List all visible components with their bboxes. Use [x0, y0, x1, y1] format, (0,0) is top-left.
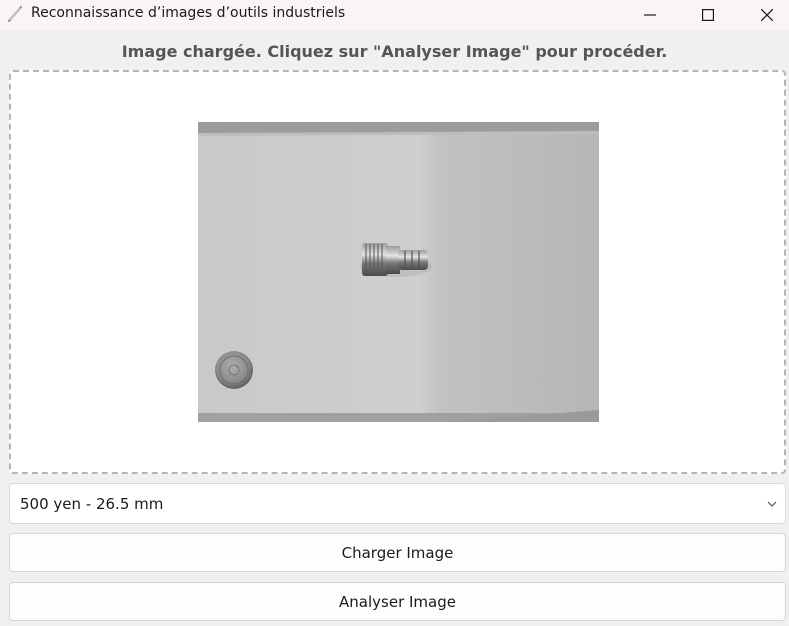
analyze-image-button[interactable]: Analyser Image: [9, 582, 786, 621]
load-image-button[interactable]: Charger Image: [9, 533, 786, 572]
maximize-button[interactable]: [679, 0, 737, 30]
chevron-down-icon: [767, 501, 777, 507]
reference-object-value: 500 yen - 26.5 mm: [20, 495, 164, 513]
feather-icon: [8, 6, 22, 22]
status-label: Image chargée. Cliquez sur "Analyser Ima…: [121, 42, 668, 61]
app-window: Reconnaissance d’images d’outils industr…: [0, 0, 789, 626]
image-drop-area[interactable]: [9, 70, 786, 474]
minimize-button[interactable]: [621, 0, 679, 30]
title-bar[interactable]: Reconnaissance d’images d’outils industr…: [0, 0, 789, 30]
loaded-tool-image: [198, 122, 599, 422]
close-icon: [761, 9, 773, 21]
window-title: Reconnaissance d’images d’outils industr…: [31, 5, 346, 21]
close-button[interactable]: [738, 0, 789, 30]
maximize-icon: [702, 9, 714, 21]
reference-object-select[interactable]: 500 yen - 26.5 mm: [9, 483, 786, 524]
minimize-icon: [644, 14, 656, 16]
